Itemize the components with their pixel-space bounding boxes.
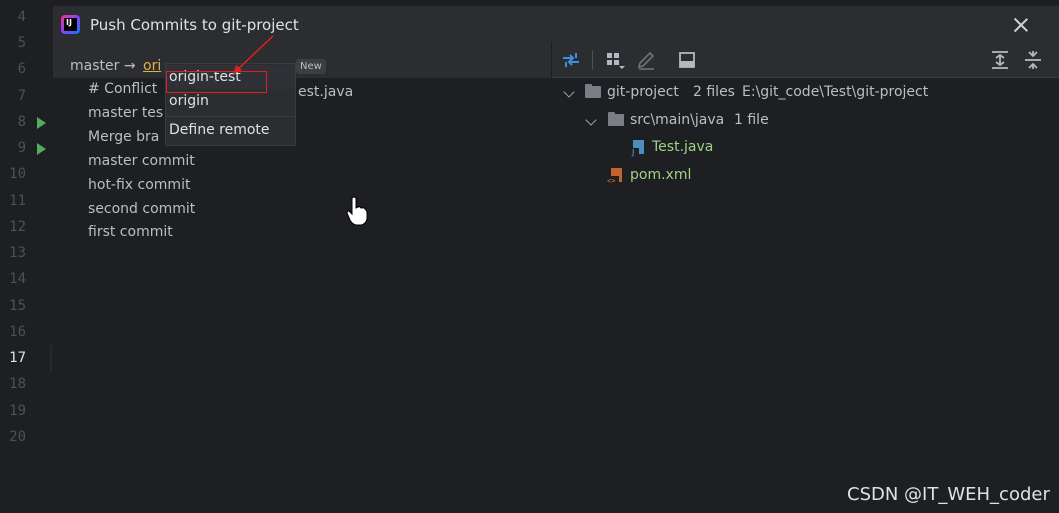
popup-item-origin[interactable]: origin xyxy=(166,89,295,113)
commit-item[interactable]: hot-fix commit xyxy=(88,177,190,193)
editor-gutter: 4 5 6 7 8 9 10 11 12 13 14 15 16 17 18 1… xyxy=(0,0,50,513)
line-number: 13 xyxy=(9,245,26,261)
intellij-logo-icon: IJ xyxy=(61,15,80,34)
csdn-watermark: CSDN @IT_WEH_coder xyxy=(847,484,1050,505)
target-remote-link[interactable]: ori xyxy=(143,58,161,74)
svg-text:J: J xyxy=(631,148,634,157)
svg-text:<>: <> xyxy=(607,177,615,185)
changes-panel: git-project 2 files E:\git_code\Test\git… xyxy=(552,42,1059,513)
chevron-down-icon[interactable] xyxy=(585,114,597,126)
show-details-icon[interactable] xyxy=(676,49,698,71)
chevron-down-icon[interactable] xyxy=(563,86,575,98)
tree-file-row[interactable]: <> pom.xml xyxy=(552,163,1059,187)
commit-item[interactable]: first commit xyxy=(88,224,173,240)
java-file-icon: J xyxy=(630,140,644,157)
popup-divider xyxy=(166,116,295,117)
line-number: 15 xyxy=(9,298,26,314)
line-number: 11 xyxy=(9,193,26,209)
line-number: 10 xyxy=(9,166,26,182)
tree-root-name: git-project xyxy=(607,84,679,100)
tree-file-row[interactable]: J Test.java xyxy=(552,135,1059,159)
remote-selection-popup: origin-test origin Define remote xyxy=(165,63,296,146)
line-number: 14 xyxy=(9,271,26,287)
commit-item[interactable]: master commit xyxy=(88,153,195,169)
tree-folder-row[interactable]: src\main\java 1 file xyxy=(552,108,1059,132)
tree-folder-count: 1 file xyxy=(734,112,769,128)
line-number: 17 xyxy=(9,350,26,366)
commit-item[interactable]: second commit xyxy=(88,201,195,217)
folder-icon xyxy=(608,112,624,126)
push-commits-dialog: IJ Push Commits to git-project master → … xyxy=(52,6,1059,513)
commit-item[interactable]: # Conflict xyxy=(88,81,157,97)
commit-item[interactable]: master tes xyxy=(88,105,163,121)
tree-root-row[interactable]: git-project 2 files E:\git_code\Test\git… xyxy=(552,80,1059,104)
run-marker-icon[interactable] xyxy=(37,143,46,155)
tree-root-path: E:\git_code\Test\git-project xyxy=(742,84,929,100)
define-remote-item[interactable]: Define remote xyxy=(166,118,295,142)
source-branch: master → xyxy=(70,58,136,74)
run-marker-icon[interactable] xyxy=(37,117,46,129)
expand-all-icon[interactable] xyxy=(989,49,1011,71)
file-name: Test.java xyxy=(652,139,714,155)
tree-root-count: 2 files xyxy=(693,84,735,100)
tree-folder-name: src\main\java xyxy=(630,112,725,128)
line-number: 19 xyxy=(9,403,26,419)
line-number: 9 xyxy=(17,140,26,156)
file-name: pom.xml xyxy=(630,167,692,183)
line-number: 20 xyxy=(9,429,26,445)
collapse-all-icon[interactable] xyxy=(1022,49,1044,71)
line-number: 7 xyxy=(17,88,26,104)
close-icon[interactable] xyxy=(1010,14,1032,36)
line-number: 4 xyxy=(17,9,26,25)
line-number: 18 xyxy=(9,376,26,392)
new-branch-badge: New xyxy=(296,59,326,74)
hand-cursor-icon xyxy=(346,196,368,226)
popup-item-origin-test[interactable]: origin-test xyxy=(166,65,295,89)
line-number: 12 xyxy=(9,219,26,235)
diff-compare-icon[interactable] xyxy=(560,49,582,71)
line-number: 8 xyxy=(17,114,26,130)
commit-item-suffix: est.java xyxy=(298,84,354,100)
commit-item[interactable]: Merge bra xyxy=(88,129,159,145)
dialog-title: Push Commits to git-project xyxy=(90,16,299,34)
toolbar-separator xyxy=(592,50,593,70)
group-by-icon[interactable] xyxy=(604,49,626,71)
changes-toolbar xyxy=(552,42,1059,78)
line-number: 16 xyxy=(9,324,26,340)
branch-row[interactable]: master → ori New xyxy=(53,54,551,78)
line-number: 6 xyxy=(17,61,26,77)
module-folder-icon xyxy=(585,84,601,98)
dialog-title-bar[interactable]: IJ Push Commits to git-project xyxy=(53,6,1059,44)
edit-icon[interactable] xyxy=(635,49,657,71)
line-number: 5 xyxy=(17,35,26,51)
maven-xml-icon: <> xyxy=(607,168,622,185)
commits-panel: master → ori New # Conflict est.java mas… xyxy=(53,35,551,513)
